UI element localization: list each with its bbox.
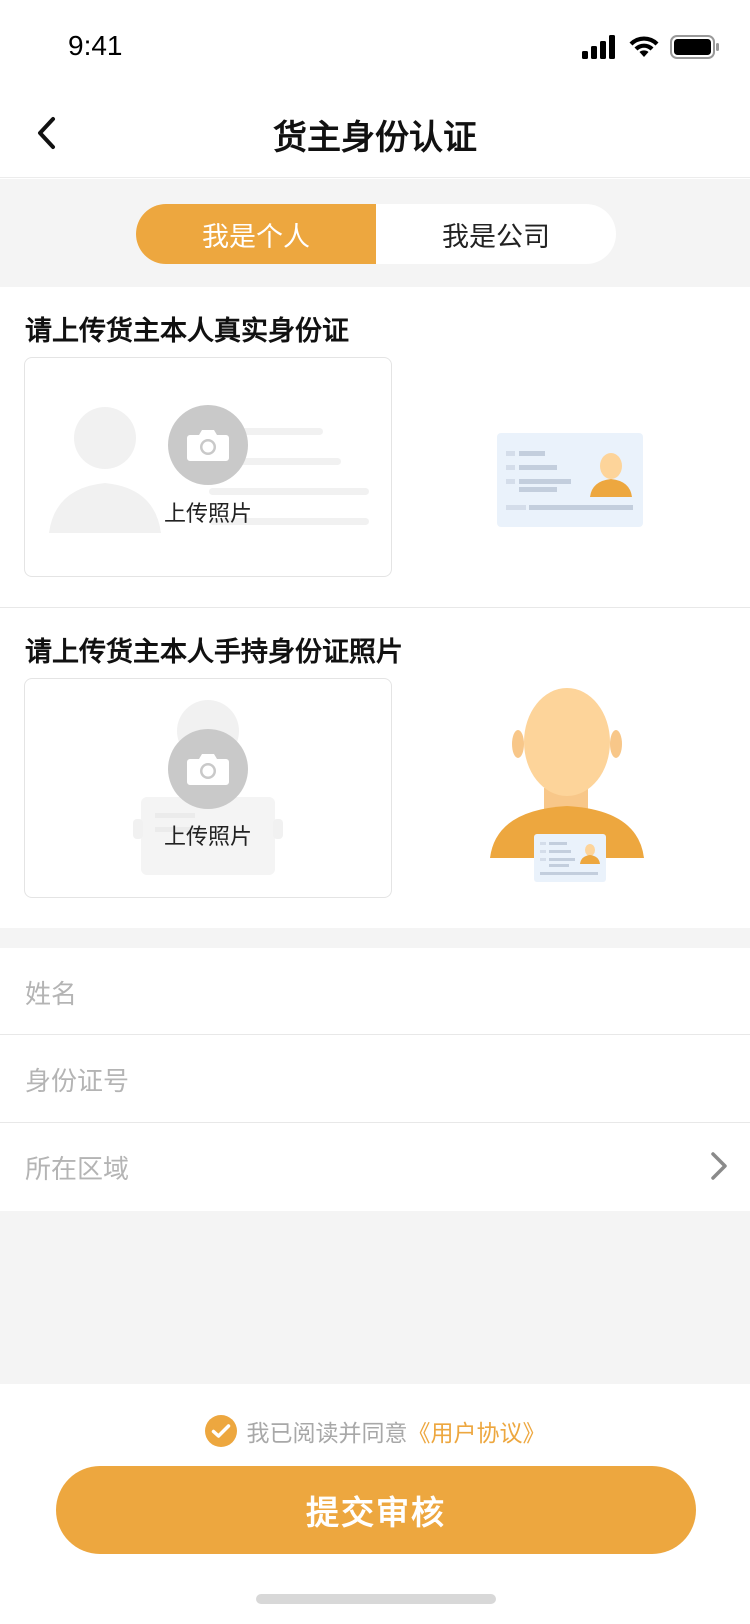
identity-type-switch: 我是个人 我是公司 xyxy=(136,204,616,264)
name-field-placeholder: 姓名 xyxy=(25,980,78,1010)
agreement-row: 我已阅读并同意 《用户协议》 xyxy=(0,1414,750,1448)
handheld-section-title: 请上传货主本人手持身份证照片 xyxy=(25,637,403,668)
region-field-placeholder: 所在区域 xyxy=(25,1155,130,1185)
id-card-section: 请上传货主本人真实身份证 上传照片 xyxy=(0,287,750,607)
id-number-field[interactable]: 身份证号 xyxy=(0,1035,750,1121)
region-selector[interactable]: 所在区域 xyxy=(0,1123,750,1211)
tab-individual[interactable]: 我是个人 xyxy=(136,204,376,264)
home-indicator xyxy=(256,1594,496,1604)
agreement-checkbox[interactable] xyxy=(204,1415,237,1447)
check-icon xyxy=(211,1424,230,1438)
agreement-text: 我已阅读并同意 xyxy=(246,1421,408,1447)
upload-photo-label: 上传照片 xyxy=(163,825,252,850)
camera-icon xyxy=(187,754,229,785)
section-gap xyxy=(0,928,750,948)
bottom-area: 我已阅读并同意 《用户协议》 提交审核 xyxy=(0,1384,750,1624)
user-agreement-link[interactable]: 《用户协议》 xyxy=(408,1414,546,1448)
navigation-bar: 货主身份认证 xyxy=(0,88,750,178)
camera-button[interactable] xyxy=(168,405,248,485)
id-number-field-placeholder: 身份证号 xyxy=(25,1067,130,1097)
status-icons xyxy=(582,32,720,62)
battery-icon xyxy=(670,35,719,59)
submit-review-button[interactable]: 提交审核 xyxy=(56,1466,696,1554)
chevron-right-icon xyxy=(711,1152,727,1180)
camera-icon xyxy=(187,430,229,461)
signal-icon xyxy=(582,35,615,59)
id-card-section-title: 请上传货主本人真实身份证 xyxy=(25,316,349,347)
tab-company[interactable]: 我是公司 xyxy=(376,204,616,264)
id-card-sample-image xyxy=(497,433,643,527)
camera-button[interactable] xyxy=(168,729,248,809)
status-bar: 9:41 xyxy=(0,0,750,88)
handheld-sample-image xyxy=(490,688,644,882)
page-title: 货主身份认证 xyxy=(273,118,477,158)
id-card-upload-box[interactable]: 上传照片 xyxy=(24,357,392,577)
status-time: 9:41 xyxy=(68,30,123,61)
tab-area: 我是个人 我是公司 xyxy=(0,179,750,287)
handheld-id-section: 请上传货主本人手持身份证照片 上传照片 xyxy=(0,608,750,928)
handheld-upload-box[interactable]: 上传照片 xyxy=(24,678,392,898)
upload-photo-label: 上传照片 xyxy=(163,502,252,527)
empty-area xyxy=(0,1211,750,1384)
wifi-icon xyxy=(629,36,659,57)
name-field[interactable]: 姓名 xyxy=(0,948,750,1034)
